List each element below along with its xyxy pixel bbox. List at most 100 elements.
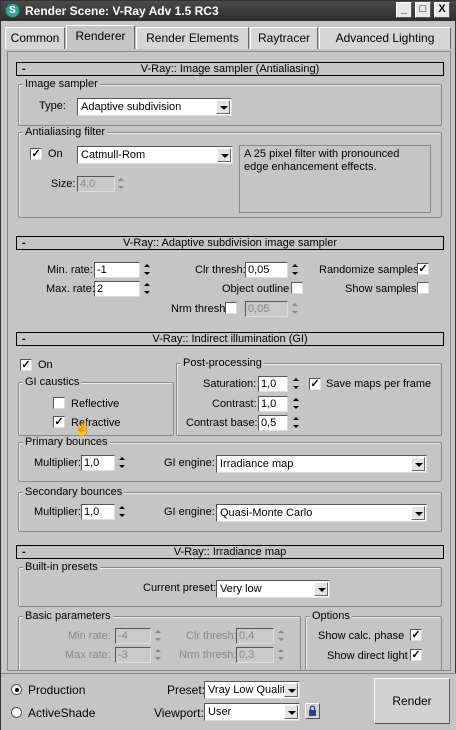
- irr-max-rate-spinner[interactable]: [153, 647, 163, 663]
- secondary-multiplier-spinner[interactable]: [117, 504, 127, 520]
- dropdown-value: Catmull-Rom: [81, 149, 146, 161]
- show-direct-light-checkbox[interactable]: ✓: [410, 649, 422, 661]
- tab-renderer[interactable]: Renderer: [66, 25, 135, 49]
- collapse-icon: -: [22, 237, 26, 249]
- chevron-down-icon: [284, 705, 298, 719]
- min-rate-field[interactable]: -1: [94, 262, 140, 278]
- preset-dropdown[interactable]: Vray Low Qualit: [204, 681, 300, 699]
- max-rate-field[interactable]: 2: [94, 281, 140, 297]
- secondary-gi-engine-dropdown[interactable]: Quasi-Monte Carlo: [216, 504, 427, 522]
- group-label: Antialiasing filter: [23, 126, 108, 138]
- render-button[interactable]: Render: [374, 678, 450, 724]
- sampler-type-dropdown[interactable]: Adaptive subdivision: [77, 98, 232, 116]
- spin-up-icon: [117, 455, 127, 463]
- spin-up-icon: [291, 376, 301, 384]
- chevron-down-icon: [217, 148, 231, 162]
- size-spinner[interactable]: [116, 176, 126, 192]
- show-samples-checkbox[interactable]: [417, 282, 429, 294]
- rollout-adaptive-subdivision[interactable]: - V-Ray:: Adaptive subdivision image sam…: [16, 236, 444, 250]
- dropdown-value: User: [208, 706, 232, 718]
- saturation-spinner[interactable]: [291, 376, 301, 392]
- window-title: Render Scene: V-Ray Adv 1.5 RC3: [25, 4, 219, 18]
- renderer-panel: - V-Ray:: Image sampler (Antialiasing) I…: [7, 51, 451, 671]
- reflective-checkbox[interactable]: [53, 397, 65, 409]
- maximize-button[interactable]: □: [415, 2, 431, 18]
- collapse-icon: -: [22, 333, 26, 345]
- nrm-thresh-spinner[interactable]: [290, 301, 300, 317]
- tab-advanced-lighting[interactable]: Advanced Lighting: [319, 27, 451, 49]
- group-label: GI caustics: [23, 376, 82, 388]
- irr-clr-thresh-field[interactable]: 0,4: [236, 628, 274, 644]
- clr-thresh-spinner[interactable]: [290, 262, 300, 278]
- production-radio[interactable]: [11, 684, 22, 695]
- dropdown-value: Irradiance map: [220, 458, 294, 470]
- spin-up-icon: [290, 301, 300, 309]
- tab-raytracer[interactable]: Raytracer: [250, 27, 318, 49]
- spin-down-icon: [276, 655, 286, 663]
- irr-nrm-thresh-spinner[interactable]: [276, 647, 286, 663]
- irr-max-rate-field[interactable]: -3: [115, 647, 151, 663]
- size-field[interactable]: 4,0: [77, 176, 115, 192]
- clr-thresh-field[interactable]: 0,05: [245, 262, 288, 278]
- dropdown-value: Vray Low Qualit: [208, 684, 286, 696]
- aa-filter-on-checkbox[interactable]: ✓: [30, 148, 42, 160]
- close-button[interactable]: X: [434, 2, 450, 18]
- contrast-base-spinner[interactable]: [291, 415, 301, 431]
- nrm-thresh-label: Nrm thresh:: [171, 303, 229, 315]
- spin-up-icon: [153, 628, 163, 636]
- spin-down-icon: [142, 270, 152, 278]
- current-preset-label: Current preset:: [143, 582, 217, 594]
- irr-min-rate-field[interactable]: -4: [115, 628, 151, 644]
- collapse-icon: -: [22, 63, 26, 75]
- chevron-down-icon: [216, 100, 230, 114]
- object-outline-checkbox[interactable]: [291, 282, 303, 294]
- nrm-thresh-field[interactable]: 0,05: [245, 301, 288, 317]
- tab-render-elements[interactable]: Render Elements: [136, 27, 249, 49]
- group-label: Primary bounces: [23, 436, 110, 448]
- secondary-multiplier-field[interactable]: 1,0: [81, 504, 115, 520]
- primary-multiplier-field[interactable]: 1,0: [81, 455, 115, 471]
- contrast-base-label: Contrast base:: [186, 417, 258, 429]
- dropdown-value: Quasi-Monte Carlo: [220, 507, 313, 519]
- spin-up-icon: [291, 415, 301, 423]
- primary-gi-engine-dropdown[interactable]: Irradiance map: [216, 455, 427, 473]
- contrast-spinner[interactable]: [291, 396, 301, 412]
- tab-common[interactable]: Common: [5, 27, 65, 49]
- randomize-samples-checkbox[interactable]: ✓: [417, 263, 429, 275]
- irr-nrm-thresh-field[interactable]: 0,3: [236, 647, 274, 663]
- contrast-field[interactable]: 1,0: [258, 396, 288, 412]
- rollout-image-sampler[interactable]: - V-Ray:: Image sampler (Antialiasing): [16, 62, 444, 76]
- saturation-field[interactable]: 1,0: [258, 376, 288, 392]
- primary-multiplier-spinner[interactable]: [117, 455, 127, 471]
- irr-clr-thresh-spinner[interactable]: [276, 628, 286, 644]
- spin-up-icon: [153, 647, 163, 655]
- lock-viewport-button[interactable]: [305, 703, 320, 719]
- options-group: [305, 616, 442, 670]
- show-calc-phase-checkbox[interactable]: ✓: [410, 629, 422, 641]
- spin-down-icon: [291, 384, 301, 392]
- nrm-thresh-checkbox[interactable]: [225, 302, 237, 314]
- gi-on-checkbox[interactable]: ✓: [20, 359, 32, 371]
- randomize-samples-label: Randomize samples: [319, 264, 419, 276]
- rollout-title: V-Ray:: Image sampler (Antialiasing): [140, 63, 320, 75]
- min-rate-spinner[interactable]: [142, 262, 152, 278]
- irr-min-rate-spinner[interactable]: [153, 628, 163, 644]
- reflective-label: Reflective: [71, 398, 120, 410]
- title-bar[interactable]: S Render Scene: V-Ray Adv 1.5 RC3 _ □ X: [1, 1, 456, 21]
- chevron-down-icon: [411, 506, 425, 520]
- collapse-icon: -: [22, 546, 26, 558]
- contrast-base-field[interactable]: 0,5: [258, 415, 288, 431]
- viewport-dropdown[interactable]: User: [204, 703, 300, 721]
- refractive-checkbox[interactable]: ✓: [53, 416, 65, 428]
- rollout-indirect-illumination[interactable]: - V-Ray:: Indirect illumination (GI): [16, 332, 444, 346]
- max-rate-spinner[interactable]: [142, 281, 152, 297]
- save-maps-checkbox[interactable]: ✓: [309, 378, 321, 390]
- current-preset-dropdown[interactable]: Very low: [216, 580, 330, 598]
- rollout-irradiance-map[interactable]: - V-Ray:: Irradiance map: [16, 545, 444, 559]
- chevron-down-icon: [411, 457, 425, 471]
- minimize-button[interactable]: _: [396, 2, 412, 18]
- spin-down-icon: [290, 309, 300, 317]
- aa-filter-dropdown[interactable]: Catmull-Rom: [77, 146, 233, 164]
- secondary-multiplier-label: Multiplier:: [34, 506, 82, 518]
- activeshade-radio[interactable]: [11, 707, 22, 718]
